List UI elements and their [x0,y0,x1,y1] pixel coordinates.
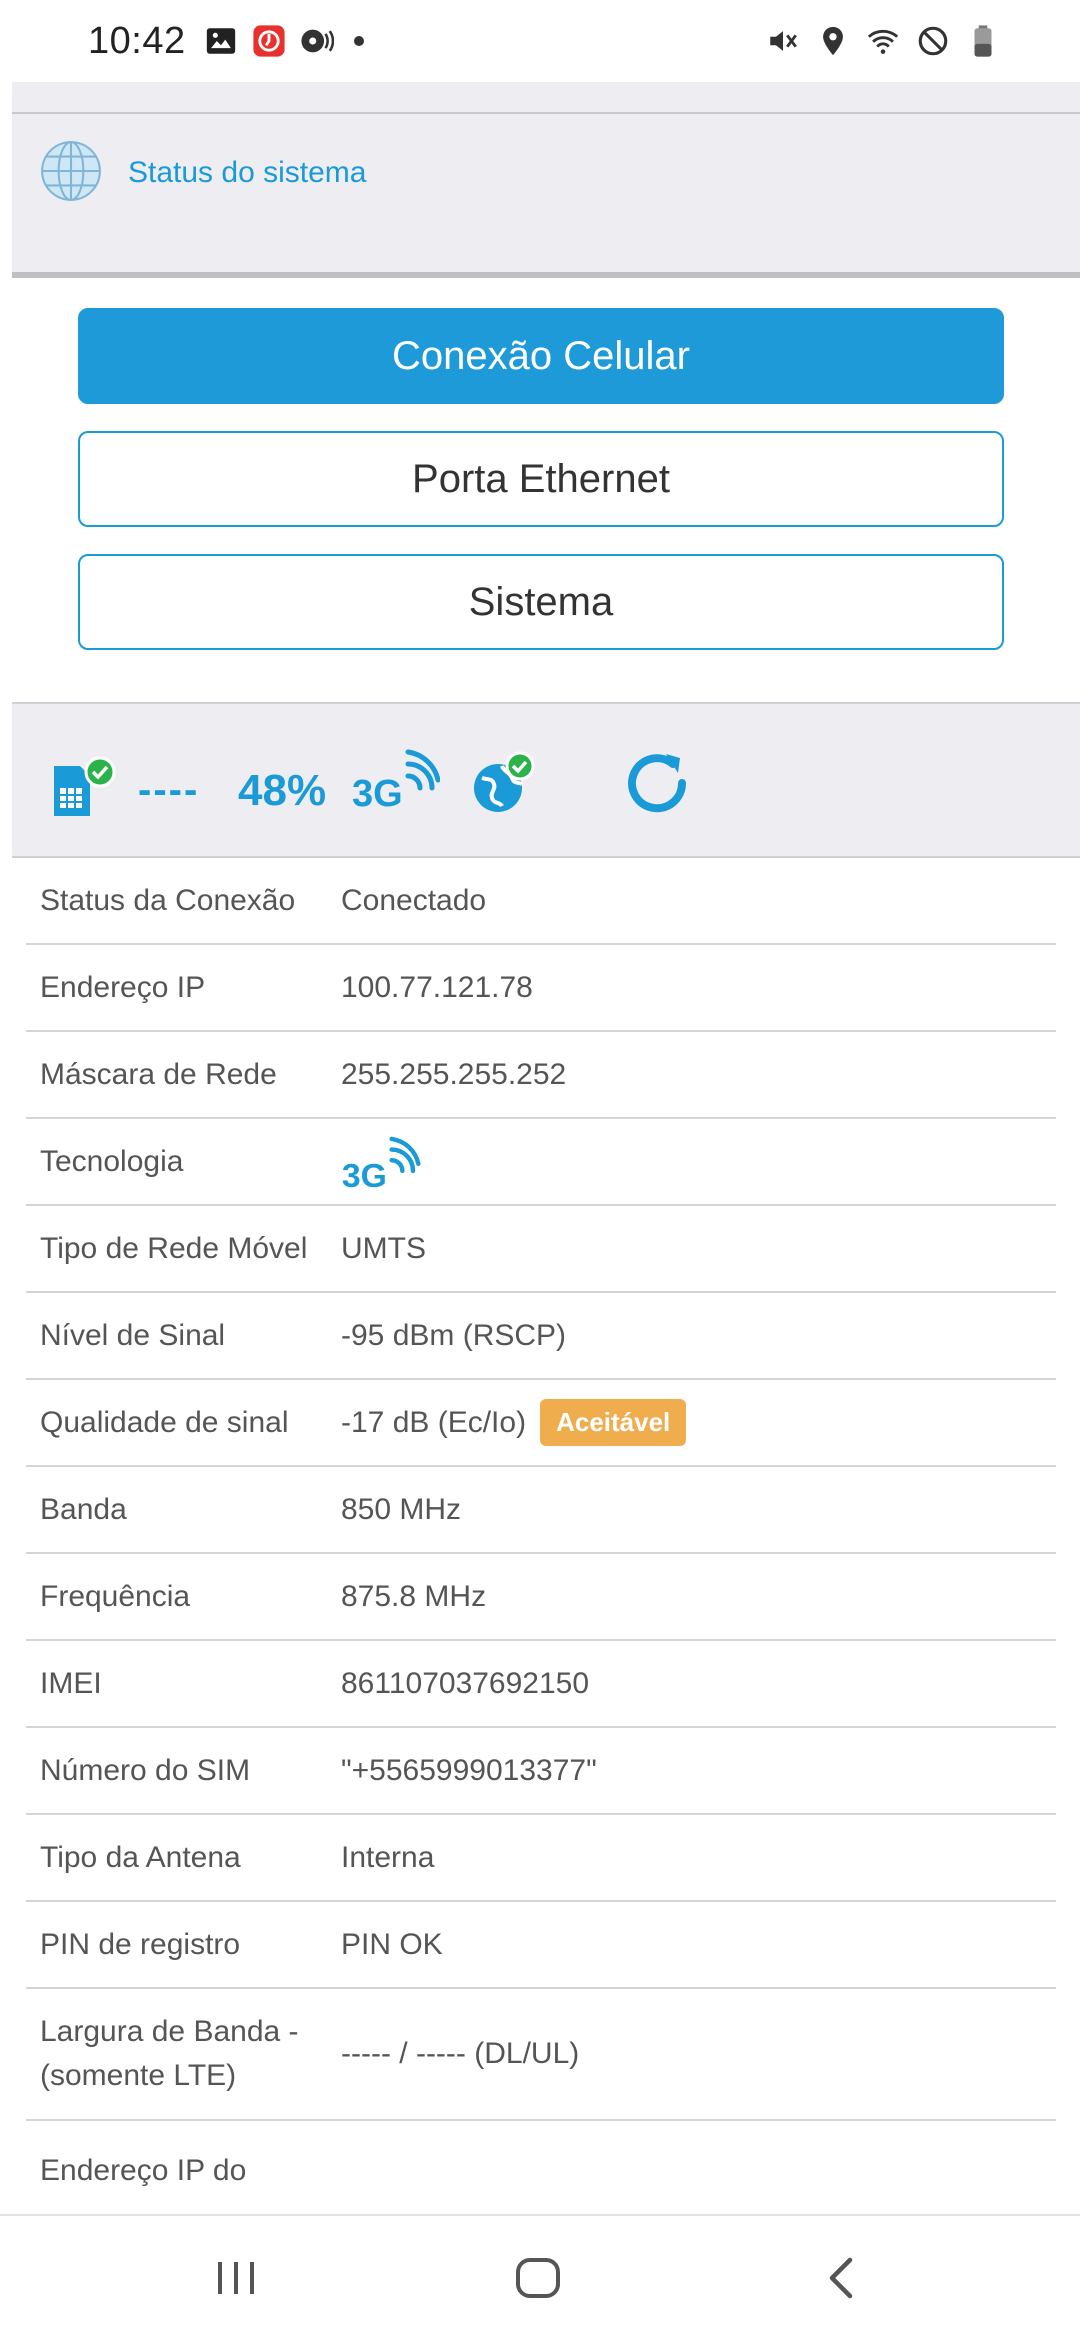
row-value: 255.255.255.252 [341,1057,567,1091]
row-label: Largura de Banda - (somente LTE) [26,2010,341,2098]
notification-dot [353,36,364,46]
row-label: Nível de Sinal [40,1318,226,1352]
row-label: Qualidade de sinal [40,1405,289,1439]
row-value: PIN OK [341,1927,443,1961]
page-header: Status do sistema [12,82,1080,278]
refresh-icon[interactable] [620,746,694,820]
row-value: ----- / ----- (DL/UL) [341,2037,580,2070]
row-value: Interna [341,1840,435,1874]
table-row: Endereço IP do [26,2121,1056,2207]
sim-check-icon [54,756,116,816]
row-label: Banda [40,1492,127,1526]
table-row: Status da Conexão Conectado [26,858,1056,945]
system-icons [766,24,1000,58]
status-badge: Aceitável [540,1399,687,1446]
tab-porta-ethernet[interactable]: Porta Ethernet [78,431,1004,527]
row-label: Máscara de Rede [40,1057,277,1091]
back-icon[interactable] [812,2248,872,2308]
recents-icon[interactable] [206,2248,266,2308]
battery-icon [966,24,1000,58]
row-label: Endereço IP [40,970,206,1004]
row-label-line1: Largura de Banda - [40,2015,299,2048]
globe-check-icon [474,751,535,812]
do-not-disturb-icon [916,24,950,58]
row-label-line2: (somente LTE) [40,2059,237,2092]
location-icon [816,24,850,58]
table-row: Qualidade de sinal -17 dB (Ec/Io) Aceitá… [26,1380,1056,1467]
table-row: Tipo da Antena Interna [26,1815,1056,1902]
strip-dashes: ---- [138,768,200,812]
tab-conexao-celular[interactable]: Conexão Celular [78,308,1004,404]
vibrate-mute-icon [766,24,800,58]
table-row: Frequência 875.8 MHz [26,1554,1056,1641]
svg-text:3G: 3G [352,773,403,814]
row-label: Número do SIM [40,1753,251,1787]
table-row: Nível de Sinal -95 dBm (RSCP) [26,1293,1056,1380]
row-value: -17 dB (Ec/Io) Aceitável [341,1399,687,1446]
row-value: Conectado [341,883,487,917]
network-3g-icon: 3G [352,749,440,814]
status-time: 10:42 [88,19,186,62]
table-row: IMEI 861107037692150 [26,1641,1056,1728]
row-value: UMTS [341,1231,426,1265]
row-value: 861107037692150 [341,1666,590,1700]
row-label: Tipo de Rede Móvel [40,1231,308,1265]
row-label: Status da Conexão [40,883,296,917]
table-row: Número do SIM "+5565999013377" [26,1728,1056,1815]
table-row: Endereço IP 100.77.121.78 [26,945,1056,1032]
podcast-icon [300,24,334,58]
globe-icon [41,141,101,201]
connection-status-strip: ---- 48% 3G [12,704,1080,858]
row-label: IMEI [40,1666,102,1700]
page-title[interactable]: Status do sistema [128,156,366,190]
signal-percent: 48% [238,766,327,815]
header-divider [12,112,1080,114]
svg-text:3G: 3G [342,1156,387,1193]
row-label: Frequência [40,1579,191,1613]
row-value: 3G [341,1130,421,1194]
section-menu: Conexão Celular Porta Ethernet Sistema [12,278,1080,704]
signal-quality-value: -17 dB (Ec/Io) [341,1405,527,1439]
table-row: Tipo de Rede Móvel UMTS [26,1206,1056,1293]
table-row: PIN de registro PIN OK [26,1902,1056,1989]
notification-icons [204,24,364,58]
app-red-icon [252,24,286,58]
row-value: "+5565999013377" [341,1753,597,1787]
tab-sistema[interactable]: Sistema [78,554,1004,650]
android-navigation-bar [0,2214,1080,2340]
table-row: Tecnologia 3G [26,1119,1056,1206]
gallery-icon [204,24,238,58]
row-label: PIN de registro [40,1927,241,1961]
row-value: 850 MHz [341,1492,462,1526]
table-row: Banda 850 MHz [26,1467,1056,1554]
row-label: Tecnologia [40,1144,184,1178]
row-label: Endereço IP do [40,2154,247,2187]
wifi-icon [866,24,900,58]
table-row: Largura de Banda - (somente LTE) ----- /… [26,1989,1056,2121]
home-icon[interactable] [508,2248,568,2308]
network-3g-icon: 3G [342,1136,421,1194]
row-value: 100.77.121.78 [341,970,533,1004]
row-label: Tipo da Antena [40,1840,241,1874]
android-status-bar: 10:42 [0,0,1080,82]
row-value: 875.8 MHz [341,1579,487,1613]
table-row: Máscara de Rede 255.255.255.252 [26,1032,1056,1119]
cellular-info-table: Status da Conexão Conectado Endereço IP … [26,858,1056,2207]
row-value: -95 dBm (RSCP) [341,1318,567,1352]
